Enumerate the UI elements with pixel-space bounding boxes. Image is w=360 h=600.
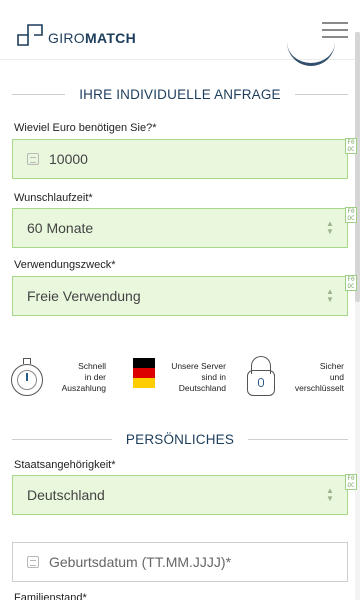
stopwatch-icon: [11, 358, 43, 396]
term-select[interactable]: 60 Monate ▲ ▼ F0 OC: [12, 207, 357, 248]
nationality-label: Staatsangehörigkeit*: [14, 459, 116, 471]
logo-mark-icon: [16, 23, 44, 47]
trust-server-line1: Unsere Server: [171, 360, 226, 371]
trust-security: Sicher und verschlüsselt: [280, 352, 344, 402]
up-down-stepper-icon: ▲ ▼: [326, 486, 334, 503]
autofill-badge-icon: F0 OC: [345, 207, 357, 223]
germany-flag-icon: [133, 358, 155, 388]
section-title-request: IHRE INDIVIDUELLE ANFRAGE: [12, 86, 348, 102]
logo-text-light: GIRO: [48, 30, 85, 46]
nationality-select[interactable]: Deutschland ▲ ▼ F0 OC: [12, 474, 357, 515]
logo-text-bold: MATCH: [84, 30, 136, 46]
amount-input[interactable]: 10000 F0 OC: [12, 138, 357, 179]
trust-server-line3: Deutschland: [178, 382, 226, 393]
up-down-stepper-icon: ▲ ▼: [326, 219, 334, 236]
trust-security-line2: und: [329, 371, 344, 382]
logo-text: GIROMATCH: [48, 20, 136, 50]
purpose-select[interactable]: Freie Verwendung ▲ ▼ F0 OC: [12, 275, 357, 316]
marital-status-label: Familienstand*: [14, 592, 87, 600]
trust-security-line1: Sicher: [319, 360, 344, 371]
birthdate-placeholder: Geburtsdatum (TT.MM.JJJJ)*: [49, 554, 232, 570]
section-title-request-text: IHRE INDIVIDUELLE ANFRAGE: [79, 86, 281, 102]
section-title-personal-text: PERSÖNLICHES: [125, 431, 235, 447]
trust-security-line3: verschlüsselt: [294, 382, 344, 393]
term-value: 60 Monate: [27, 220, 94, 236]
amount-value: 10000: [49, 151, 88, 167]
purpose-value: Freie Verwendung: [27, 288, 141, 304]
scrollbar[interactable]: [355, 32, 360, 600]
trust-speed-line3: Auszahlung: [61, 382, 106, 393]
birthdate-input[interactable]: Geburtsdatum (TT.MM.JJJJ)*: [12, 542, 348, 582]
trust-speed-line1: Schnell: [78, 360, 106, 371]
calendar-icon: [27, 556, 39, 568]
trust-speed-line2: in der: [84, 371, 106, 382]
scrollbar-thumb[interactable]: [355, 32, 360, 302]
term-label: Wunschlaufzeit*: [14, 192, 93, 204]
decorative-circle: [287, 30, 335, 66]
autofill-badge-icon: F0 OC: [345, 474, 357, 490]
section-title-personal: PERSÖNLICHES: [12, 431, 348, 447]
amount-label: Wieviel Euro benötigen Sie?*: [14, 122, 157, 134]
purpose-label: Verwendungszweck*: [14, 259, 116, 271]
trust-server-line2: sind in: [201, 371, 226, 382]
autofill-badge-icon: F0 OC: [345, 275, 357, 291]
trust-badges: Schnell in der Auszahlung Unsere Server …: [0, 352, 360, 402]
trust-server: Unsere Server sind in Deutschland: [158, 352, 226, 402]
autofill-badge-icon: F0 OC: [345, 138, 357, 154]
calendar-icon: [27, 153, 39, 165]
nationality-value: Deutschland: [27, 487, 105, 503]
up-down-stepper-icon: ▲ ▼: [326, 287, 334, 304]
giromatch-logo[interactable]: GIROMATCH: [16, 20, 136, 50]
lock-icon: [247, 356, 275, 396]
trust-speed: Schnell in der Auszahlung: [44, 352, 106, 402]
